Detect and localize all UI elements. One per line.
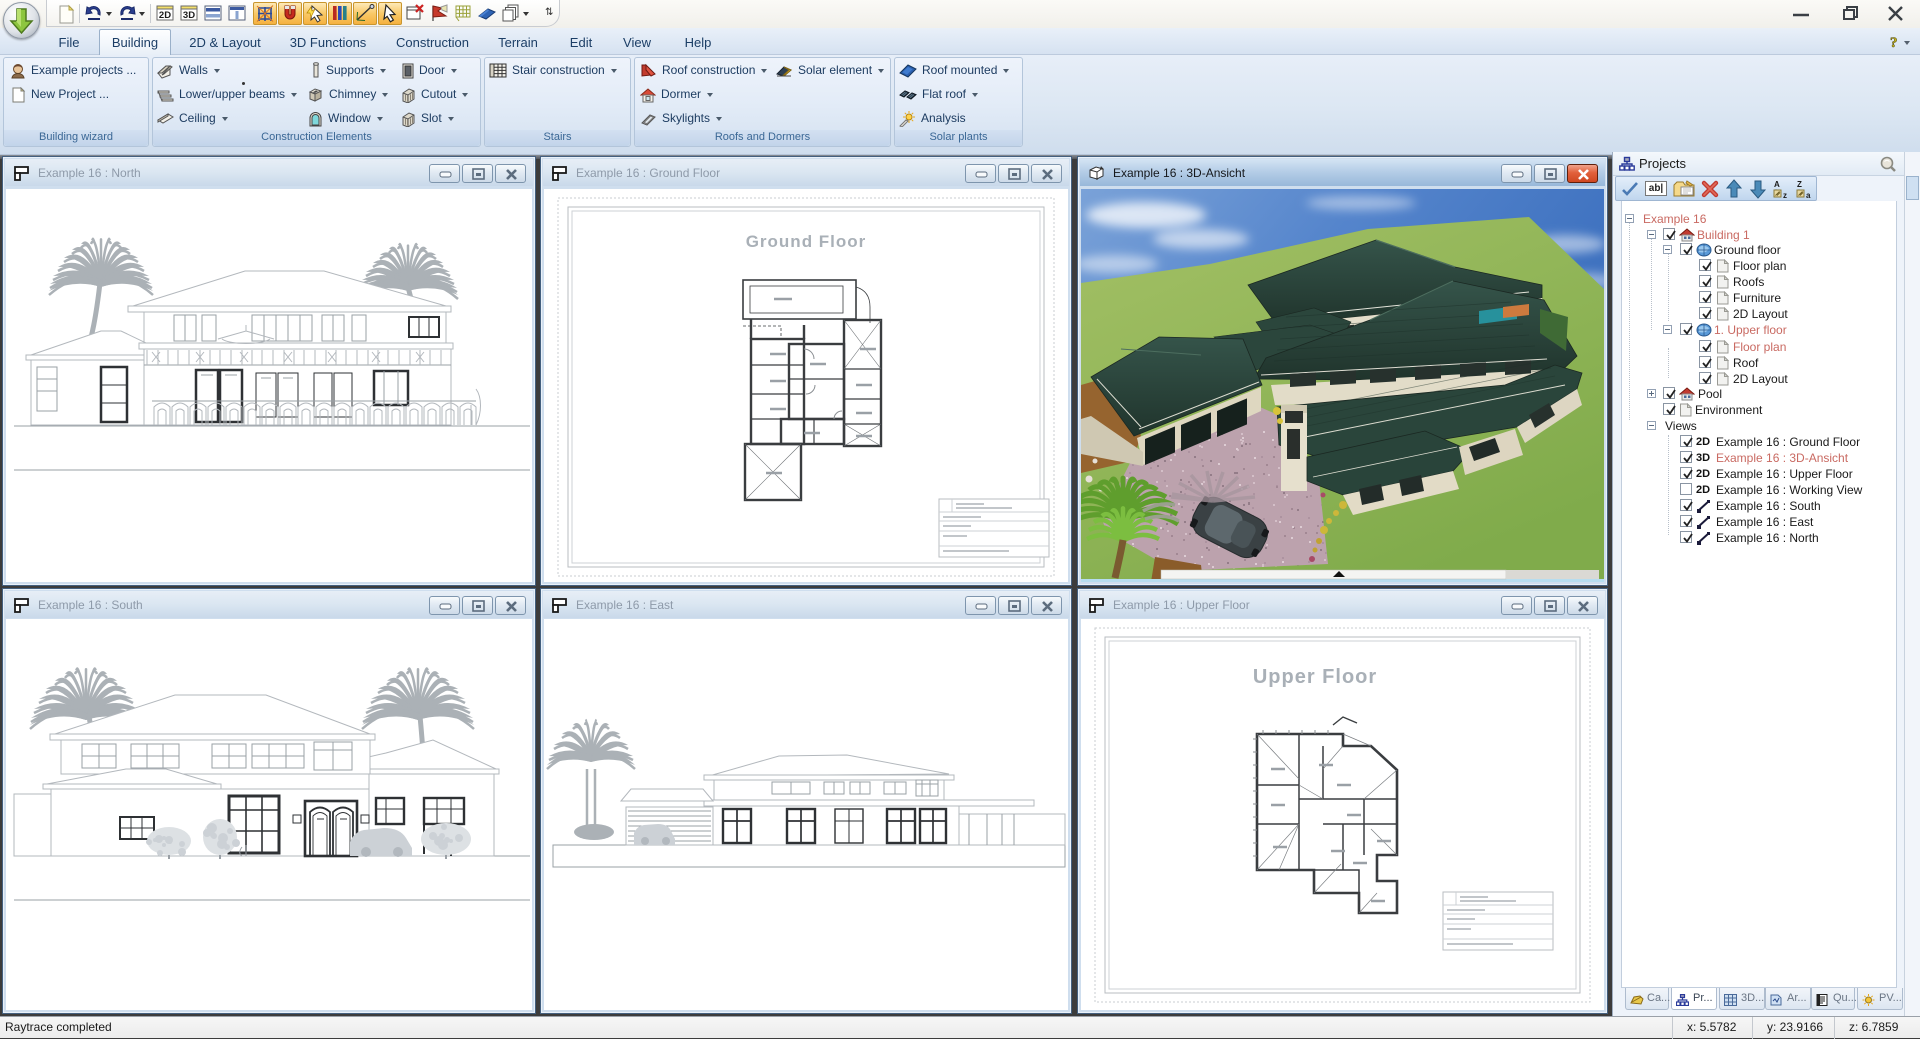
svg-text:A: A <box>1774 180 1780 189</box>
svg-text:z: z <box>1783 191 1787 199</box>
svg-text:Z: Z <box>1797 180 1802 189</box>
svg-text:?: ? <box>1890 35 1898 51</box>
svg-text:3D: 3D <box>183 10 195 21</box>
svg-text:Ground Floor: Ground Floor <box>746 232 867 251</box>
svg-text:Upper Floor: Upper Floor <box>1253 666 1377 688</box>
svg-text:2D: 2D <box>159 10 171 21</box>
svg-text:a: a <box>1806 191 1811 199</box>
